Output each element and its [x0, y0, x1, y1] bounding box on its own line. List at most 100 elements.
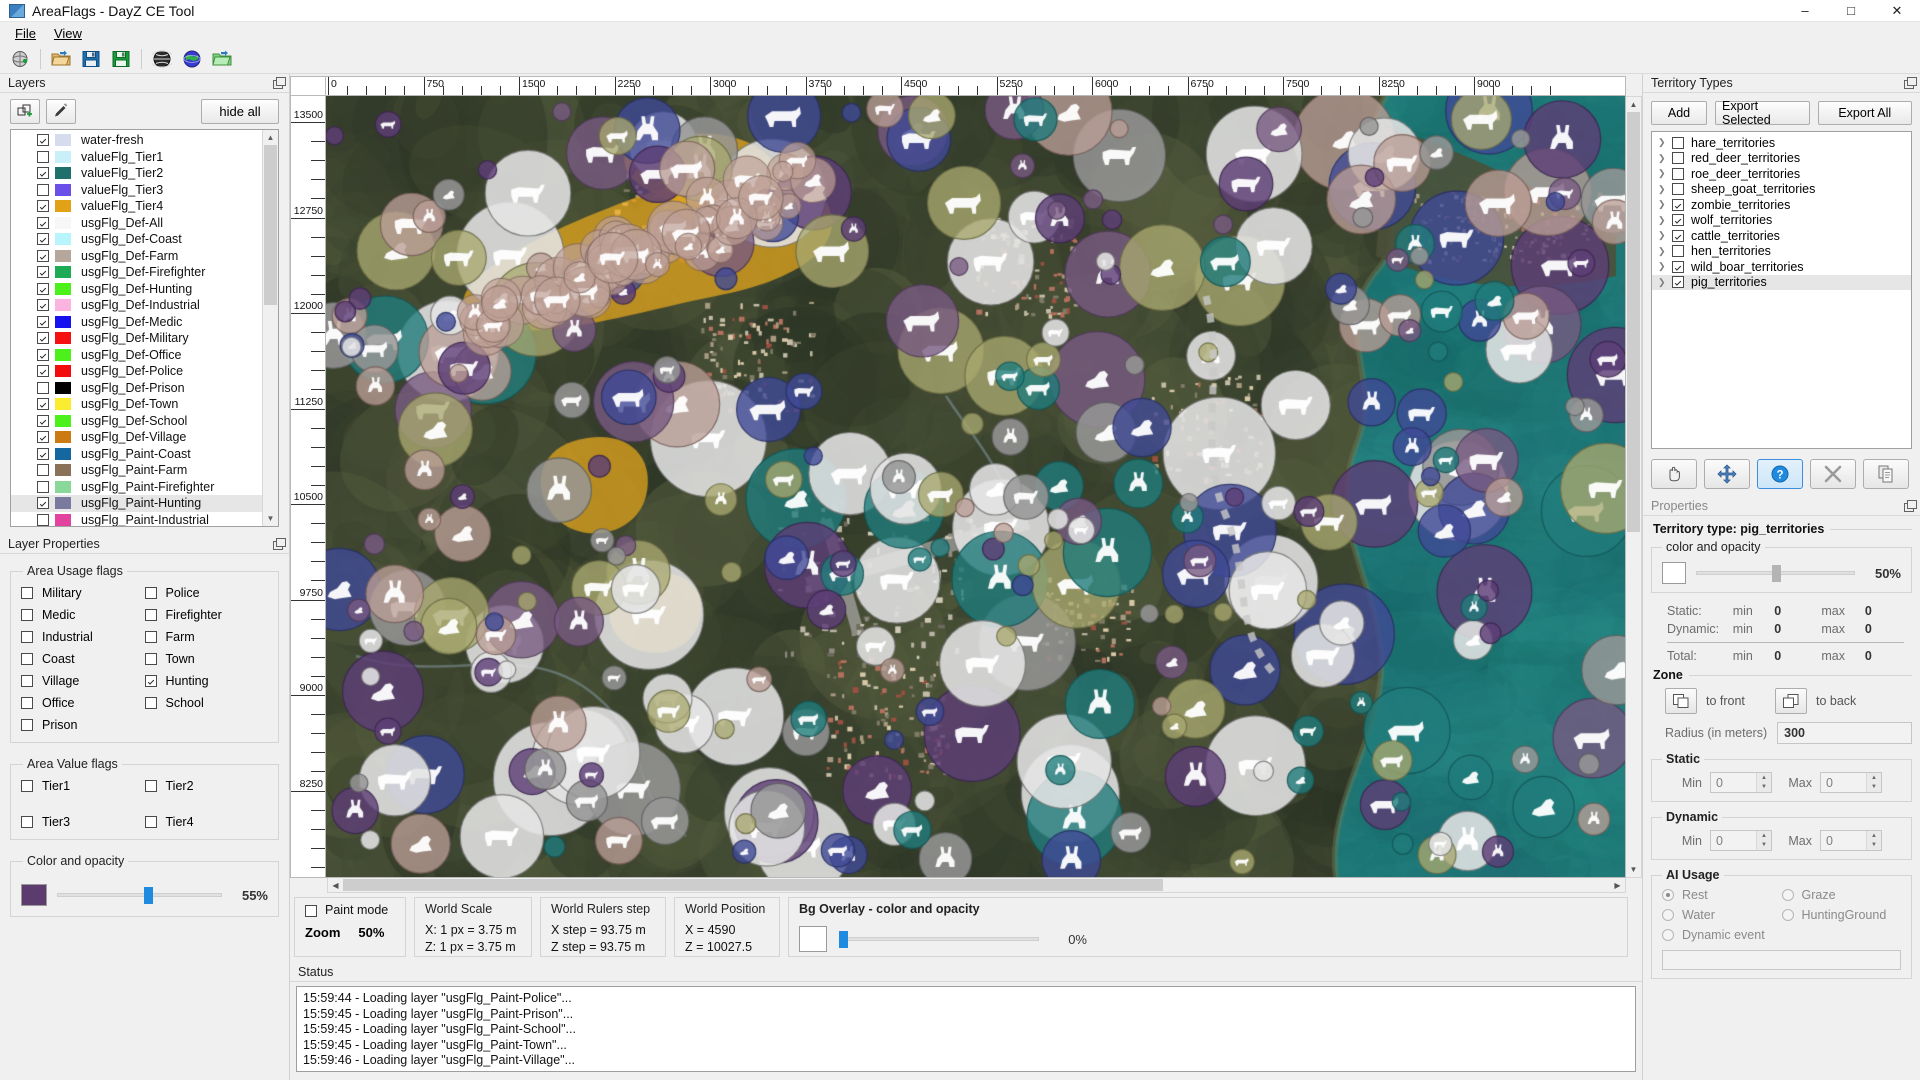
territory-row[interactable]: ❯ hare_territories	[1652, 135, 1911, 151]
export-all-button[interactable]: Export All	[1817, 101, 1912, 125]
territory-row[interactable]: ❯ wild_boar_territories	[1652, 259, 1911, 275]
territory-opacity-handle[interactable]	[1771, 565, 1781, 582]
static-max-spinner[interactable]: ▲ ▼	[1866, 773, 1881, 792]
layer-visibility-checkbox[interactable]	[37, 167, 49, 180]
layer-visibility-checkbox[interactable]	[37, 233, 49, 246]
static-max-input[interactable]: 0 ▲ ▼	[1820, 772, 1882, 793]
usage-flag-checkbox[interactable]	[144, 609, 157, 621]
hide-all-button[interactable]: hide all	[201, 98, 279, 124]
layer-row[interactable]: usgFlg_Paint-Industrial	[11, 512, 262, 526]
territory-types-list[interactable]: ❯ hare_territories ❯ red_deer_territories ❯ r…	[1651, 131, 1912, 449]
hand-icon[interactable]	[1651, 459, 1697, 489]
ai-usage-option[interactable]: Dynamic event	[1662, 928, 1782, 942]
usage-flag-checkbox[interactable]	[21, 609, 33, 621]
layer-opacity-slider[interactable]	[57, 886, 222, 904]
usage-flag-checkbox[interactable]	[21, 719, 33, 731]
float-panel-icon-2[interactable]	[273, 538, 286, 550]
map-canvas[interactable]	[326, 96, 1625, 877]
usage-flag-checkbox[interactable]	[144, 653, 157, 665]
value-flag-checkbox[interactable]	[144, 816, 157, 828]
bg-overlay-slider[interactable]	[839, 930, 1039, 948]
ai-usage-radio[interactable]	[1662, 909, 1674, 921]
layer-visibility-checkbox[interactable]	[37, 134, 49, 147]
menu-view[interactable]: View	[45, 24, 91, 43]
usage-flag-checkbox[interactable]	[21, 697, 33, 709]
layers-scroll-track[interactable]	[263, 145, 278, 511]
chevron-right-icon[interactable]: ❯	[1658, 137, 1672, 148]
ai-usage-option[interactable]: HuntingGround	[1781, 908, 1902, 922]
usage-flag-checkbox[interactable]	[21, 631, 33, 643]
territory-checkbox[interactable]	[1672, 229, 1684, 242]
layer-visibility-checkbox[interactable]	[37, 348, 49, 361]
layer-visibility-checkbox[interactable]	[37, 414, 49, 427]
territory-checkbox[interactable]	[1672, 198, 1684, 211]
territory-color-swatch[interactable]	[1662, 562, 1686, 584]
chevron-right-icon[interactable]: ❯	[1658, 199, 1672, 210]
new-file-icon[interactable]	[6, 46, 34, 72]
chevron-right-icon[interactable]: ❯	[1658, 261, 1672, 272]
ai-usage-text-input[interactable]	[1662, 950, 1901, 970]
map-scroll-left-arrow[interactable]: ◀	[328, 881, 343, 890]
layer-visibility-checkbox[interactable]	[37, 464, 49, 477]
layers-scroll-thumb[interactable]	[264, 145, 277, 305]
to-front-button[interactable]	[1665, 688, 1697, 714]
territory-opacity-slider[interactable]	[1696, 564, 1855, 582]
layer-row[interactable]: usgFlg_Def-Farm	[11, 248, 262, 265]
layer-row[interactable]: usgFlg_Paint-Hunting	[11, 495, 262, 512]
map-horizontal-scrollbar[interactable]: ◀ ▶	[327, 878, 1626, 893]
dynamic-min-input[interactable]: 0 ▲ ▼	[1710, 830, 1772, 851]
map-scroll-right-arrow[interactable]: ▶	[1610, 881, 1625, 890]
dynamic-min-spinner[interactable]: ▲ ▼	[1756, 831, 1771, 850]
menu-file[interactable]: File	[6, 24, 45, 43]
territory-checkbox[interactable]	[1672, 167, 1684, 180]
map-viewport[interactable]	[326, 96, 1626, 878]
chevron-right-icon[interactable]: ❯	[1658, 184, 1672, 195]
bg-overlay-handle[interactable]	[839, 931, 848, 948]
layer-visibility-checkbox[interactable]	[37, 381, 49, 394]
dynamic-max-input[interactable]: 0 ▲ ▼	[1820, 830, 1882, 851]
save-as-icon[interactable]	[107, 46, 135, 72]
usage-flag-checkbox[interactable]	[144, 675, 157, 687]
territory-checkbox[interactable]	[1672, 152, 1684, 165]
chevron-right-icon[interactable]: ❯	[1658, 246, 1672, 257]
to-back-button[interactable]	[1775, 688, 1807, 714]
layer-row[interactable]: valueFlg_Tier4	[11, 198, 262, 215]
layer-row[interactable]: usgFlg_Def-Office	[11, 347, 262, 364]
territory-row[interactable]: ❯ sheep_goat_territories	[1652, 182, 1911, 198]
ai-usage-option[interactable]: Rest	[1662, 888, 1782, 902]
territory-row[interactable]: ❯ pig_territories	[1652, 274, 1911, 290]
usage-flag-checkbox[interactable]	[21, 653, 33, 665]
usage-flag-item[interactable]: Village	[21, 674, 145, 688]
ai-usage-radio[interactable]	[1781, 909, 1794, 921]
value-flag-item[interactable]: Tier3	[21, 815, 145, 829]
usage-flag-item[interactable]: Office	[21, 696, 145, 710]
float-panel-icon[interactable]	[273, 77, 286, 89]
status-log[interactable]: 15:59:44 - Loading layer "usgFlg_Paint-P…	[296, 986, 1636, 1072]
bg-overlay-color-swatch[interactable]	[799, 926, 827, 952]
usage-flag-item[interactable]: Hunting	[144, 674, 269, 688]
territory-row[interactable]: ❯ roe_deer_territories	[1652, 166, 1911, 182]
add-territory-button[interactable]: Add	[1651, 101, 1707, 125]
layer-visibility-checkbox[interactable]	[37, 332, 49, 345]
static-min-input[interactable]: 0 ▲ ▼	[1710, 772, 1772, 793]
layer-visibility-checkbox[interactable]	[37, 447, 49, 460]
close-button[interactable]: ✕	[1874, 0, 1920, 22]
ai-usage-radio[interactable]	[1662, 929, 1674, 941]
layer-row[interactable]: usgFlg_Def-Hunting	[11, 281, 262, 298]
layers-scroll-up-arrow[interactable]: ▲	[263, 130, 278, 145]
copy-icon[interactable]	[1863, 459, 1909, 489]
layer-visibility-checkbox[interactable]	[37, 398, 49, 411]
add-layer-icon[interactable]	[10, 98, 40, 124]
layer-row[interactable]: usgFlg_Def-Industrial	[11, 297, 262, 314]
layers-scrollbar[interactable]: ▲ ▼	[262, 130, 278, 526]
layer-row[interactable]: valueFlg_Tier3	[11, 182, 262, 199]
layer-visibility-checkbox[interactable]	[37, 431, 49, 444]
territory-row[interactable]: ❯ red_deer_territories	[1652, 151, 1911, 167]
layer-row[interactable]: usgFlg_Paint-Farm	[11, 462, 262, 479]
layer-color-swatch[interactable]	[21, 884, 47, 906]
map-scroll-up-arrow[interactable]: ▲	[1626, 97, 1641, 112]
territory-checkbox[interactable]	[1672, 136, 1684, 149]
map-hscroll-track[interactable]	[343, 878, 1610, 892]
layer-visibility-checkbox[interactable]	[37, 249, 49, 262]
territory-checkbox[interactable]	[1672, 245, 1684, 258]
